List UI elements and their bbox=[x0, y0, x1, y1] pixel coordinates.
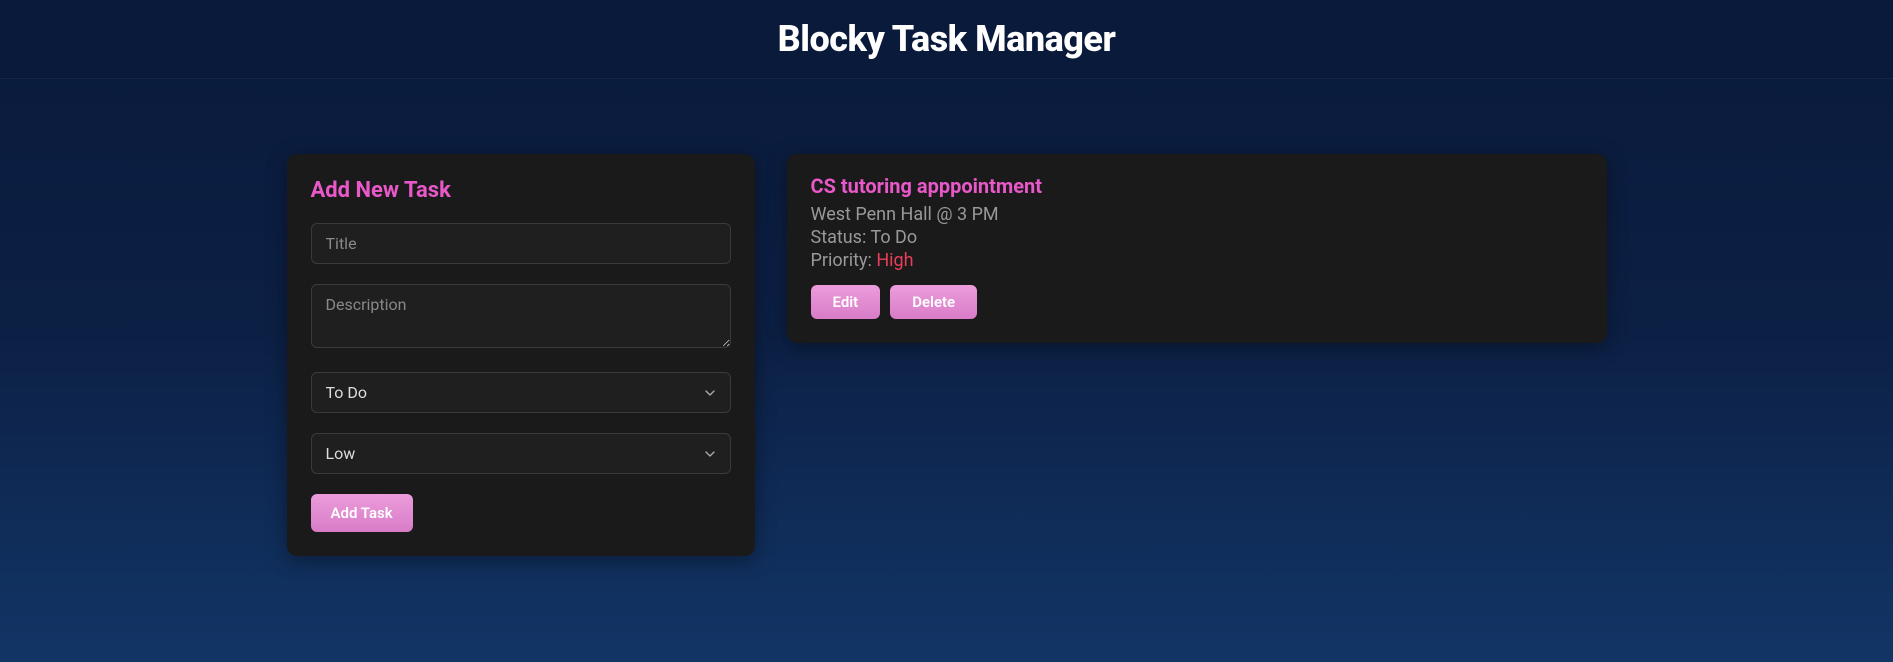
task-priority: Priority: High bbox=[811, 250, 1583, 271]
task-status: Status: To Do bbox=[811, 227, 1583, 248]
task-priority-value: High bbox=[876, 250, 913, 271]
task-status-label: Status: bbox=[811, 227, 871, 248]
task-title: CS tutoring apppointment bbox=[811, 174, 1583, 198]
description-textarea[interactable] bbox=[311, 284, 731, 348]
app-header: Blocky Task Manager bbox=[0, 0, 1893, 79]
edit-button[interactable]: Edit bbox=[811, 285, 881, 319]
title-input[interactable] bbox=[311, 223, 731, 264]
app-title: Blocky Task Manager bbox=[0, 18, 1893, 60]
add-task-panel: Add New Task To Do Low Add Task bbox=[287, 154, 755, 556]
status-select[interactable]: To Do bbox=[311, 372, 731, 413]
task-priority-label: Priority: bbox=[811, 250, 877, 271]
task-card: CS tutoring apppointment West Penn Hall … bbox=[787, 154, 1607, 343]
priority-select[interactable]: Low bbox=[311, 433, 731, 474]
add-task-button[interactable]: Add Task bbox=[311, 494, 413, 532]
delete-button[interactable]: Delete bbox=[890, 285, 977, 319]
main-container: Add New Task To Do Low Add Task CS tutor… bbox=[257, 154, 1637, 556]
task-actions: Edit Delete bbox=[811, 285, 1583, 319]
task-status-value: To Do bbox=[870, 227, 917, 248]
task-description: West Penn Hall @ 3 PM bbox=[811, 204, 1583, 225]
add-task-heading: Add New Task bbox=[311, 178, 731, 203]
